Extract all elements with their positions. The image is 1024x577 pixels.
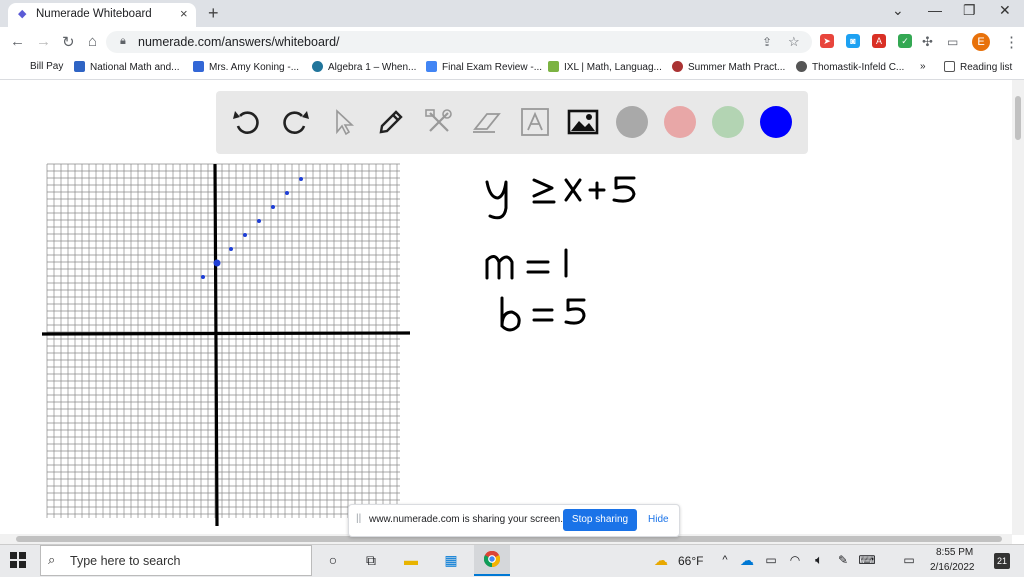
plotted-point <box>257 219 261 223</box>
extension-icon[interactable]: ◙ <box>846 34 860 48</box>
keyboard-icon[interactable]: ⌨ <box>858 551 876 569</box>
maximize-button[interactable]: ❐ <box>963 2 976 19</box>
clock-date[interactable]: 2/16/2022 <box>930 562 975 573</box>
share-icon[interactable]: ⇪ <box>762 35 772 49</box>
menu-icon[interactable]: ⋮ <box>1004 33 1019 51</box>
file-explorer-icon[interactable]: ▬ <box>402 551 420 569</box>
minimize-button[interactable]: — <box>928 2 942 18</box>
clock-time[interactable]: 8:55 PM <box>936 547 973 558</box>
microsoft-store-icon[interactable]: ▦ <box>442 551 460 569</box>
y-axis <box>213 163 219 527</box>
pen-workspace-icon[interactable]: ✎ <box>834 551 852 569</box>
graph-grid <box>46 163 400 518</box>
windows-start-icon[interactable] <box>10 552 26 568</box>
extensions-puzzle-icon[interactable]: ✣ <box>922 34 933 50</box>
stop-sharing-button[interactable]: Stop sharing <box>563 509 637 531</box>
bookmark-item[interactable]: Final Exam Review -... <box>426 61 542 73</box>
vertical-scrollbar[interactable] <box>1012 80 1024 535</box>
drag-handle[interactable]: || <box>356 513 361 524</box>
extension-icon[interactable]: ✓ <box>898 34 912 48</box>
reading-list-button[interactable]: Reading list <box>944 61 1012 73</box>
weather-icon[interactable]: ☁ <box>652 551 670 569</box>
chrome-taskbar-button[interactable] <box>474 545 510 576</box>
extension-icon[interactable]: ➤ <box>820 34 834 48</box>
bookmark-item[interactable]: National Math and... <box>74 61 180 73</box>
volume-icon[interactable]: 🔈︎ <box>810 551 828 569</box>
search-placeholder[interactable]: Type here to search <box>70 554 180 568</box>
new-tab-button[interactable]: + <box>208 3 219 24</box>
tab-title: Numerade Whiteboard <box>36 8 152 20</box>
browser-tab[interactable]: ◆ Numerade Whiteboard × <box>8 3 196 27</box>
plotted-point <box>271 205 275 209</box>
search-icon: ⌕ <box>48 552 56 567</box>
close-window-button[interactable]: ✕ <box>999 2 1011 19</box>
plotted-point <box>229 247 233 251</box>
pdf-extension-icon[interactable]: A <box>872 34 886 48</box>
cortana-icon[interactable]: ○ <box>324 551 342 569</box>
bookmark-icon <box>74 61 85 72</box>
bookmark-icon <box>672 61 683 72</box>
bookmark-item[interactable]: IXL | Math, Languag... <box>548 61 662 73</box>
bookmark-item[interactable]: Thomastik-Infeld C... <box>796 61 904 73</box>
input-indicator-icon[interactable]: ▭ <box>900 551 918 569</box>
temperature[interactable]: 66°F <box>678 554 703 568</box>
forward-button[interactable]: → <box>36 33 51 50</box>
scrollbar-thumb[interactable] <box>1015 96 1021 140</box>
wifi-icon[interactable]: ◠ <box>786 551 804 569</box>
bookmark-item[interactable]: Algebra 1 – When... <box>312 61 416 73</box>
reading-list-icon <box>944 61 955 72</box>
whiteboard-canvas[interactable] <box>0 80 1010 534</box>
cast-icon[interactable]: ▭ <box>947 35 958 49</box>
bookmark-icon <box>796 61 807 72</box>
reload-button[interactable]: ↻ <box>62 33 75 51</box>
plotted-point <box>201 275 205 279</box>
bookmark-icon <box>193 61 204 72</box>
bookmark-icon <box>426 61 437 72</box>
back-button[interactable]: ← <box>10 33 25 50</box>
numerade-logo-icon: ◆ <box>18 8 27 20</box>
notification-count[interactable]: 21 <box>994 553 1010 569</box>
bookmark-star-icon[interactable]: ☆ <box>788 34 800 50</box>
plotted-point <box>299 177 303 181</box>
ixl-icon <box>548 61 559 72</box>
close-tab-icon[interactable]: × <box>180 6 188 21</box>
bookmark-item[interactable]: Mrs. Amy Koning -... <box>193 61 299 73</box>
handwritten-slope <box>485 248 568 280</box>
tab-search-icon[interactable]: ⌄ <box>892 2 904 19</box>
more-bookmarks-button[interactable]: » <box>920 61 926 72</box>
handwritten-inequality <box>485 176 636 220</box>
hide-button[interactable]: Hide <box>648 514 669 525</box>
url-text[interactable]: numerade.com/answers/whiteboard/ <box>138 35 340 49</box>
plotted-point <box>213 259 221 267</box>
show-hidden-icons[interactable]: ^ <box>716 551 734 569</box>
home-button[interactable]: ⌂ <box>88 33 97 50</box>
x-axis <box>41 331 411 336</box>
network-icon[interactable]: ▭ <box>762 551 780 569</box>
plotted-point <box>243 233 247 237</box>
handwritten-intercept <box>500 296 586 332</box>
onedrive-icon[interactable]: ☁ <box>738 551 756 569</box>
sharing-message: www.numerade.com is sharing your screen. <box>369 514 563 525</box>
bookmark-item[interactable]: Bill Pay <box>30 61 63 72</box>
task-view-icon[interactable]: ⧉ <box>362 551 380 569</box>
wordpress-icon <box>312 61 323 72</box>
lock-icon[interactable]: 🔒︎ <box>120 35 126 48</box>
bookmark-item[interactable]: Summer Math Pract... <box>672 61 785 73</box>
profile-avatar[interactable]: E <box>972 33 990 51</box>
chrome-icon <box>484 551 500 567</box>
plotted-point <box>285 191 289 195</box>
